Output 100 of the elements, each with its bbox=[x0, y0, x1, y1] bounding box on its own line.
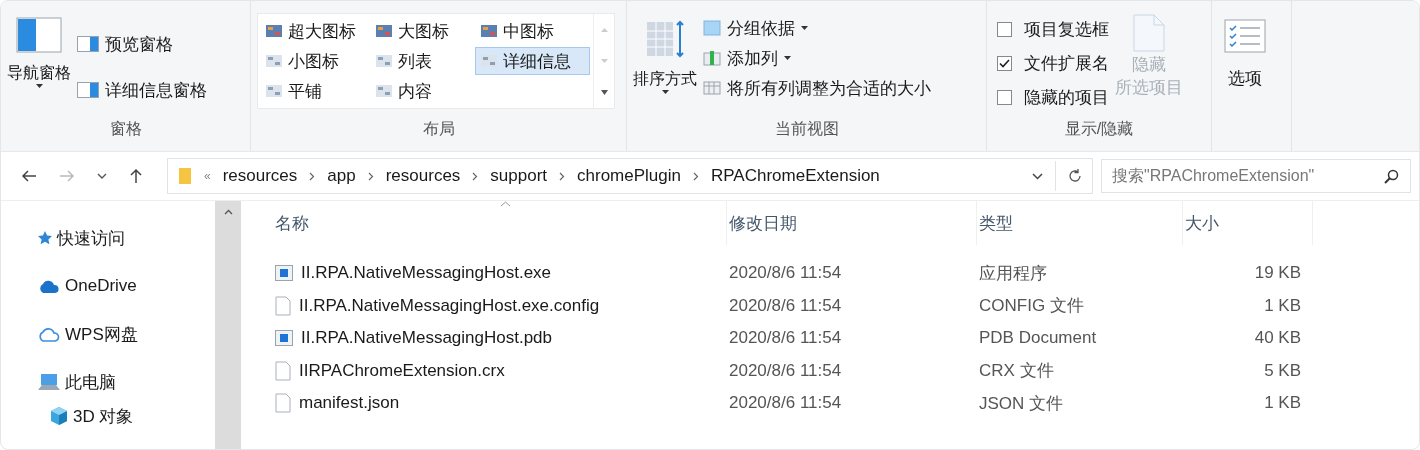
file-name-cell[interactable]: II.RPA.NativeMessagingHost.exe.config bbox=[273, 295, 727, 316]
layout-option[interactable]: 中图标 bbox=[475, 17, 590, 45]
layout-option[interactable]: 详细信息 bbox=[475, 47, 590, 75]
checkbox[interactable] bbox=[997, 55, 1012, 71]
checkbox-option[interactable]: 文件扩展名 bbox=[993, 49, 1109, 77]
caret-icon bbox=[661, 90, 669, 94]
date-cell-text: 2020/8/6 11:54 bbox=[728, 328, 843, 349]
column-header[interactable]: 修改日期 bbox=[727, 201, 977, 245]
breadcrumb[interactable]: resources bbox=[222, 166, 298, 186]
back-arrow-icon[interactable] bbox=[21, 169, 37, 183]
checkbox[interactable] bbox=[997, 21, 1012, 37]
application-icon bbox=[275, 330, 293, 347]
breadcrumb[interactable]: chromePlugin bbox=[577, 166, 681, 186]
checkbox-option[interactable]: 项目复选框 bbox=[993, 15, 1109, 43]
view-command[interactable]: 分组依据 bbox=[703, 15, 931, 41]
sidebar-item[interactable]: 此电脑 bbox=[37, 367, 215, 397]
options-button[interactable]: 选项 bbox=[1218, 7, 1272, 90]
size-cell-text: 5 KB bbox=[1263, 360, 1302, 381]
table-icon bbox=[703, 80, 721, 96]
checkbox-label: 文件扩展名 bbox=[1024, 52, 1109, 75]
file-name-cell[interactable]: IIRPAChromeExtension.crx bbox=[273, 360, 727, 381]
pane-icon bbox=[16, 17, 62, 53]
pane-icon bbox=[77, 82, 99, 98]
checkbox[interactable] bbox=[997, 89, 1012, 105]
chevron-right-icon bbox=[472, 171, 479, 181]
checkbox-label: 隐藏的项目 bbox=[1024, 86, 1109, 109]
add-column-icon bbox=[703, 50, 721, 66]
layout-option[interactable]: 内容 bbox=[370, 77, 475, 105]
date-cell-text: 2020/8/6 11:54 bbox=[728, 360, 843, 381]
chevron-down-icon[interactable] bbox=[1032, 172, 1043, 180]
group-label: 窗格 bbox=[108, 119, 143, 139]
view-icon bbox=[480, 54, 498, 68]
sidebar-item[interactable]: OneDrive bbox=[37, 271, 215, 301]
button-label: 排序方式 bbox=[633, 69, 697, 89]
file-name-cell[interactable]: manifest.json bbox=[273, 393, 727, 414]
refresh-icon[interactable] bbox=[1068, 169, 1082, 183]
column-header[interactable]: 大小 bbox=[1183, 201, 1313, 245]
chevron-down-icon[interactable] bbox=[97, 173, 107, 179]
size-cell-text: 1 KB bbox=[1263, 393, 1302, 414]
breadcrumb[interactable]: support bbox=[490, 166, 548, 186]
cloud-icon bbox=[37, 325, 61, 343]
group-label: 当前视图 bbox=[773, 119, 840, 139]
checklist-icon bbox=[1224, 19, 1266, 53]
scroll-up-icon[interactable] bbox=[223, 209, 233, 215]
size-cell-text: 1 KB bbox=[1263, 295, 1302, 316]
sidebar-item[interactable]: WPS网盘 bbox=[37, 319, 215, 349]
sidebar-item[interactable]: 3D 对象 bbox=[49, 401, 215, 431]
overflow-marker[interactable]: « bbox=[204, 169, 211, 183]
scrollbar[interactable] bbox=[215, 201, 241, 449]
pane-option[interactable]: 详细信息窗格 bbox=[77, 77, 207, 103]
breadcrumb[interactable]: resources bbox=[385, 166, 461, 186]
group-label: 布局 bbox=[421, 119, 456, 139]
computer-icon bbox=[37, 373, 61, 391]
view-icon bbox=[375, 84, 393, 98]
group-icon bbox=[703, 20, 721, 36]
column-header[interactable]: 名称 bbox=[273, 201, 727, 245]
sort-button[interactable]: 排序方式 bbox=[633, 7, 697, 94]
type-cell-text: PDB Document bbox=[978, 328, 1098, 349]
type-cell-text: CRX 文件 bbox=[978, 360, 1055, 383]
sidebar-item[interactable]: 快速访问 bbox=[37, 223, 215, 253]
search-icon bbox=[1384, 169, 1399, 184]
date-cell-text: 2020/8/6 11:54 bbox=[728, 295, 843, 316]
layout-option[interactable]: 大图标 bbox=[370, 17, 475, 45]
star-icon bbox=[37, 230, 53, 246]
view-icon bbox=[265, 54, 283, 68]
chevron-right-icon bbox=[559, 171, 566, 181]
layout-option[interactable]: 平铺 bbox=[260, 77, 370, 105]
document-icon bbox=[275, 360, 291, 381]
column-header[interactable]: 类型 bbox=[977, 201, 1183, 245]
pane-icon bbox=[77, 36, 99, 52]
search-field[interactable]: 搜索"RPAChromeExtension" bbox=[1101, 159, 1411, 193]
file-name-cell[interactable]: II.RPA.NativeMessagingHost.pdb bbox=[273, 328, 727, 349]
document-icon bbox=[275, 393, 291, 414]
address-bar[interactable]: « resources app resources support chromePlugin RPAChromeExtension bbox=[167, 158, 1093, 194]
layout-option[interactable]: 小图标 bbox=[260, 47, 370, 75]
file-name-cell[interactable]: II.RPA.NativeMessagingHost.exe bbox=[273, 263, 727, 284]
view-icon bbox=[375, 24, 393, 38]
sort-caret-icon bbox=[499, 201, 511, 207]
expand-gallery-icon[interactable] bbox=[600, 89, 608, 95]
cloud-icon bbox=[37, 278, 61, 294]
button-label: 导航窗格 bbox=[7, 63, 71, 83]
type-cell-text: JSON 文件 bbox=[978, 392, 1065, 415]
type-cell-text: CONFIG 文件 bbox=[978, 295, 1085, 318]
view-command[interactable]: 添加列 bbox=[703, 45, 931, 71]
layout-option[interactable]: 列表 bbox=[370, 47, 475, 75]
view-icon bbox=[265, 24, 283, 38]
breadcrumb[interactable]: RPAChromeExtension bbox=[711, 166, 880, 186]
caret-icon bbox=[35, 84, 43, 88]
checkbox-option[interactable]: 隐藏的项目 bbox=[993, 83, 1109, 111]
pane-option[interactable]: 预览窗格 bbox=[77, 31, 207, 57]
navigation-pane-button[interactable]: 导航窗格 bbox=[7, 7, 71, 88]
view-command[interactable]: 将所有列调整为合适的大小 bbox=[703, 75, 931, 101]
sort-icon bbox=[645, 19, 685, 59]
up-arrow-icon[interactable] bbox=[129, 168, 143, 184]
document-icon bbox=[275, 295, 291, 316]
layout-option[interactable]: 超大图标 bbox=[260, 17, 370, 45]
document-icon bbox=[1132, 13, 1166, 53]
breadcrumb[interactable]: app bbox=[327, 166, 356, 186]
checkbox-label: 项目复选框 bbox=[1024, 18, 1109, 41]
date-cell-text: 2020/8/6 11:54 bbox=[728, 263, 843, 284]
